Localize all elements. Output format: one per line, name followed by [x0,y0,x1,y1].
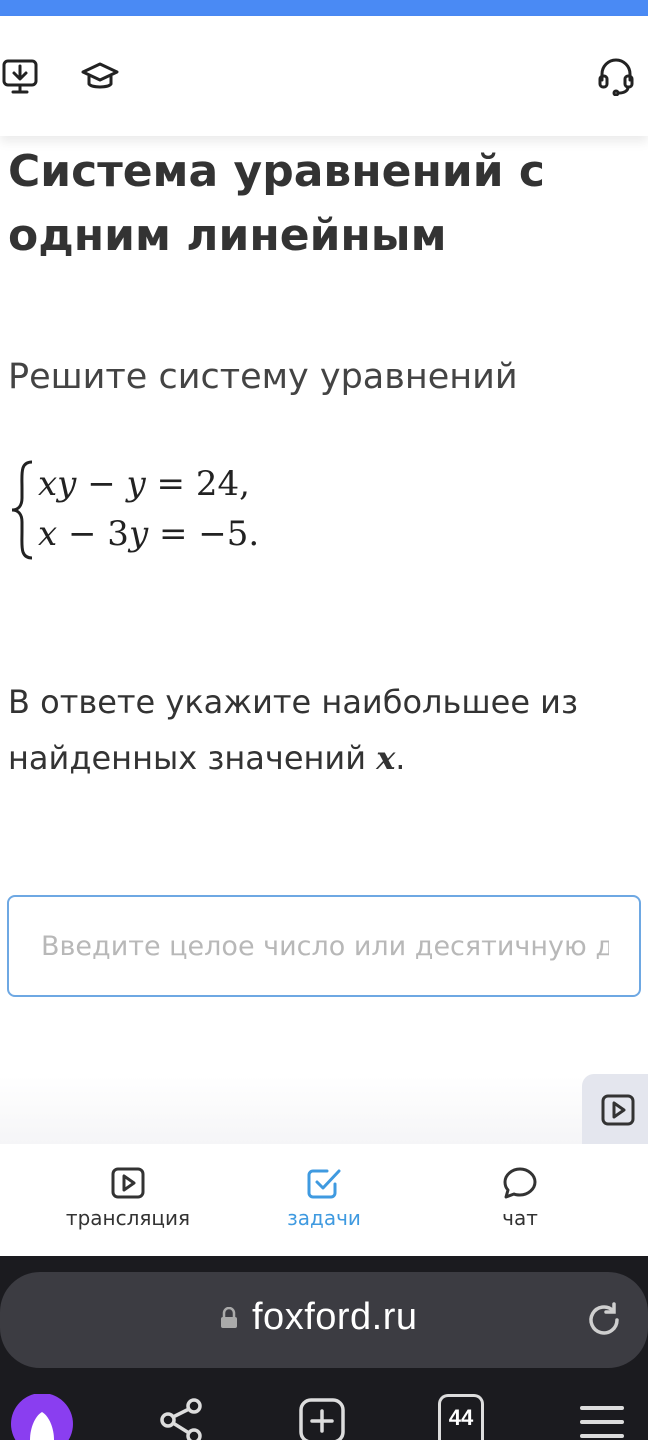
task-content: Система уравнений с одним линейным Решит… [0,136,648,1146]
chat-bubble-icon [503,1167,537,1199]
equation-2: x − 3y = −5. [38,514,260,554]
url-text: foxford.ru [252,1296,418,1338]
reload-icon[interactable] [584,1300,624,1340]
new-tab-icon[interactable] [298,1394,346,1440]
lock-icon [221,1306,237,1328]
answer-instruction-end: . [395,739,406,777]
graduation-cap-icon[interactable] [80,56,120,96]
tab-tasks[interactable]: задачи [234,1166,414,1246]
address-bar[interactable]: foxford.ru [0,1272,648,1368]
checkbox-icon [307,1169,341,1199]
menu-icon[interactable] [578,1394,626,1440]
content-fade [0,1076,582,1144]
tabs-count-button[interactable]: 44 [438,1394,486,1440]
answer-instruction: В ответе укажите наибольшее из найденных… [8,674,628,786]
top-accent-bar [0,0,648,16]
url-display: foxford.ru [220,1296,418,1339]
video-toggle-button[interactable] [582,1074,648,1146]
tab-label: задачи [287,1206,361,1230]
bottom-tab-bar: трансляция задачи чат [0,1144,648,1256]
tab-chat[interactable]: чат [430,1166,610,1246]
tabs-count: 44 [448,1405,474,1430]
equation-1: xy − y = 24, [38,464,250,504]
answer-instruction-text: В ответе укажите наибольшее из найденных… [8,683,578,777]
tab-label: чат [502,1206,538,1230]
answer-variable: x [376,739,396,777]
app-header [0,16,648,136]
task-title: Система уравнений с одним линейным [8,146,545,261]
alice-assistant-icon[interactable] [10,1394,74,1440]
tab-label: трансляция [65,1206,191,1230]
tab-translation[interactable]: трансляция [38,1166,218,1246]
task-prompt: Решите систему уравнений [8,357,518,397]
support-headset-icon[interactable] [596,56,636,96]
download-app-icon[interactable] [0,56,40,96]
answer-input[interactable] [7,895,641,997]
play-square-icon [601,1094,635,1126]
equation-system: xy − y = 24, x − 3y = −5. [8,458,408,568]
share-icon[interactable] [158,1394,204,1440]
play-square-icon [111,1167,145,1199]
system-brace [11,460,33,560]
browser-chrome: foxford.ru 44 [0,1256,648,1440]
